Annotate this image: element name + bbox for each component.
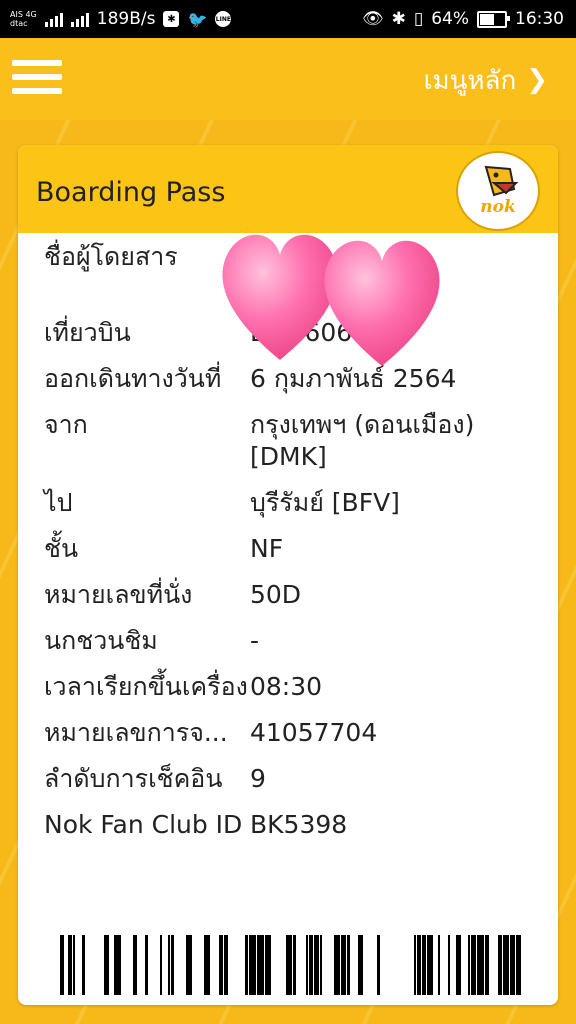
carrier-top: AIS 4G bbox=[10, 10, 37, 19]
bird-icon bbox=[484, 165, 519, 197]
detail-label: นกชวนชิม bbox=[44, 626, 158, 655]
detail-row: นกชวนชิม - bbox=[44, 625, 544, 657]
detail-label: ลำดับการเช็คอิน bbox=[44, 764, 223, 793]
detail-label: เที่ยวบิน bbox=[44, 318, 131, 347]
bluetooth-icon: ✱ bbox=[391, 9, 406, 29]
detail-label: เวลาเรียกขึ้นเครื่อง bbox=[44, 672, 248, 701]
detail-label: Nok Fan Club ID bbox=[44, 810, 243, 839]
nok-logo: nok bbox=[456, 151, 540, 231]
detail-label: หมายเลขที่นั่ง bbox=[44, 580, 193, 609]
network-speed: 189B/s bbox=[96, 9, 156, 29]
card-header: Boarding Pass nok bbox=[18, 145, 558, 233]
bluetooth-notification-icon: ✱ bbox=[163, 11, 180, 27]
carrier-label: AIS 4G dtac bbox=[10, 10, 37, 28]
detail-label: ไป bbox=[44, 488, 73, 517]
boarding-pass-card: Boarding Pass nok ชื่อผู้โดยสารเที่ยวบิน… bbox=[18, 145, 558, 1005]
detail-value bbox=[250, 241, 544, 273]
signal-icon bbox=[44, 11, 63, 27]
detail-row: ลำดับการเช็คอิน 9 bbox=[44, 763, 544, 795]
line-icon: LINE bbox=[215, 11, 232, 27]
status-right: 👁 ✱ ▯ 64% 16:30 bbox=[362, 0, 564, 38]
boarding-details: ชื่อผู้โดยสารเที่ยวบิน DD9606 ออกเดินทางวั… bbox=[44, 241, 544, 855]
detail-label: ชื่อผู้โดยสาร bbox=[44, 242, 178, 271]
main-menu-link[interactable]: เมนูหลัก ❯ bbox=[424, 58, 548, 102]
detail-row: ไป บุรีรัมย์ [BFV] bbox=[44, 487, 544, 519]
logo-text: nok bbox=[480, 197, 516, 217]
chevron-right-icon: ❯ bbox=[526, 65, 548, 95]
battery-icon bbox=[477, 10, 510, 28]
status-left: AIS 4G dtac 189B/s ✱ 🐦 LINE bbox=[10, 0, 232, 38]
twitter-icon: 🐦 bbox=[187, 9, 208, 29]
detail-value: NF bbox=[250, 534, 284, 563]
main-menu-label: เมนูหลัก bbox=[423, 65, 517, 96]
detail-row: เที่ยวบิน DD9606 bbox=[44, 317, 544, 349]
vibrate-icon: ▯ bbox=[413, 9, 424, 29]
detail-label: จาก bbox=[44, 410, 88, 439]
detail-value: 50D bbox=[250, 580, 302, 609]
battery-percent: 64% bbox=[431, 9, 469, 29]
detail-value: BK5398 bbox=[250, 810, 348, 839]
detail-value: 08:30 bbox=[250, 672, 323, 701]
status-bar: AIS 4G dtac 189B/s ✱ 🐦 LINE 👁 ✱ ▯ 64% 16… bbox=[0, 0, 576, 38]
detail-row: จาก กรุงเทพฯ (ดอนเมือง) [DMK] bbox=[44, 409, 544, 473]
detail-value: DD9606 bbox=[250, 318, 353, 347]
detail-label: ออกเดินทางวันที่ bbox=[44, 364, 222, 393]
hamburger-menu-icon[interactable] bbox=[12, 58, 62, 96]
detail-row: ออกเดินทางวันที่ 6 กุมภาพันธ์ 2564 bbox=[44, 363, 544, 395]
detail-label: หมายเลขการจ... bbox=[44, 718, 228, 747]
detail-row: ชั้น NF bbox=[44, 533, 544, 565]
detail-label: ชั้น bbox=[44, 534, 79, 563]
carrier-bottom: dtac bbox=[10, 19, 28, 28]
detail-value: กรุงเทพฯ (ดอนเมือง) [DMK] bbox=[250, 410, 475, 471]
detail-value: 6 กุมภาพันธ์ 2564 bbox=[250, 364, 457, 393]
detail-row: หมายเลขที่นั่ง 50D bbox=[44, 579, 544, 611]
detail-value: - bbox=[250, 626, 260, 655]
clock: 16:30 bbox=[515, 9, 564, 29]
detail-row: หมายเลขการจ... 41057704 bbox=[44, 717, 544, 749]
detail-value: บุรีรัมย์ [BFV] bbox=[250, 488, 400, 517]
card-title: Boarding Pass bbox=[36, 177, 226, 208]
app-bar: เมนูหลัก ❯ bbox=[0, 38, 576, 120]
detail-row: Nok Fan Club ID BK5398 bbox=[44, 809, 544, 841]
eye-icon: 👁 bbox=[362, 9, 384, 29]
detail-row: เวลาเรียกขึ้นเครื่อง 08:30 bbox=[44, 671, 544, 703]
barcode bbox=[60, 935, 521, 995]
detail-value: 9 bbox=[250, 764, 266, 793]
detail-row: ชื่อผู้โดยสาร bbox=[44, 241, 544, 273]
detail-value: 41057704 bbox=[250, 718, 378, 747]
signal-icon bbox=[70, 11, 89, 27]
